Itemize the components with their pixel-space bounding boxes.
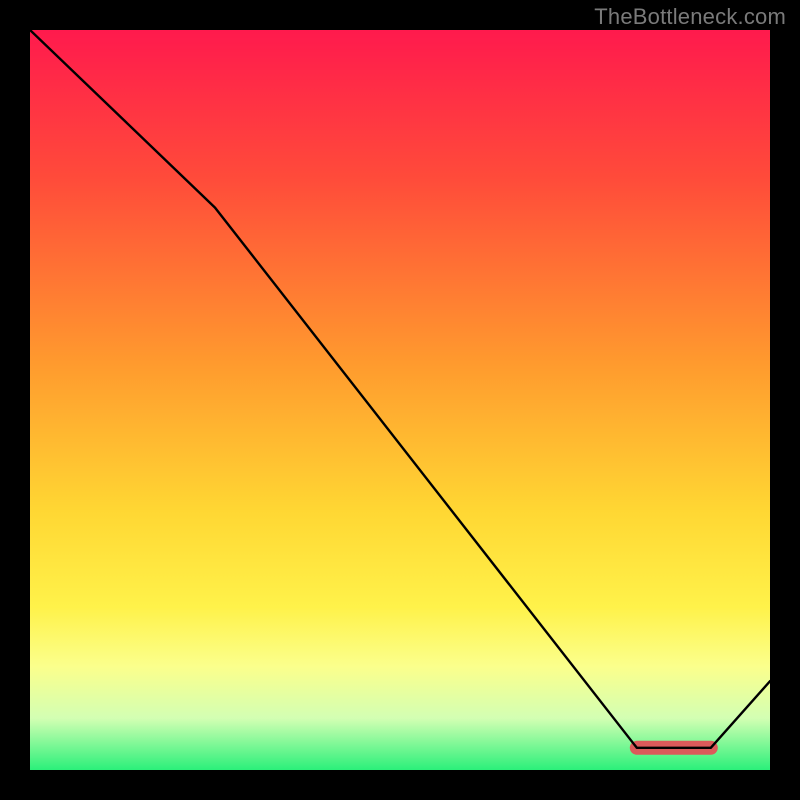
- chart-plot: [30, 30, 770, 770]
- chart-frame: TheBottleneck.com: [0, 0, 800, 800]
- gradient-background: [30, 30, 770, 770]
- watermark-text: TheBottleneck.com: [594, 4, 786, 30]
